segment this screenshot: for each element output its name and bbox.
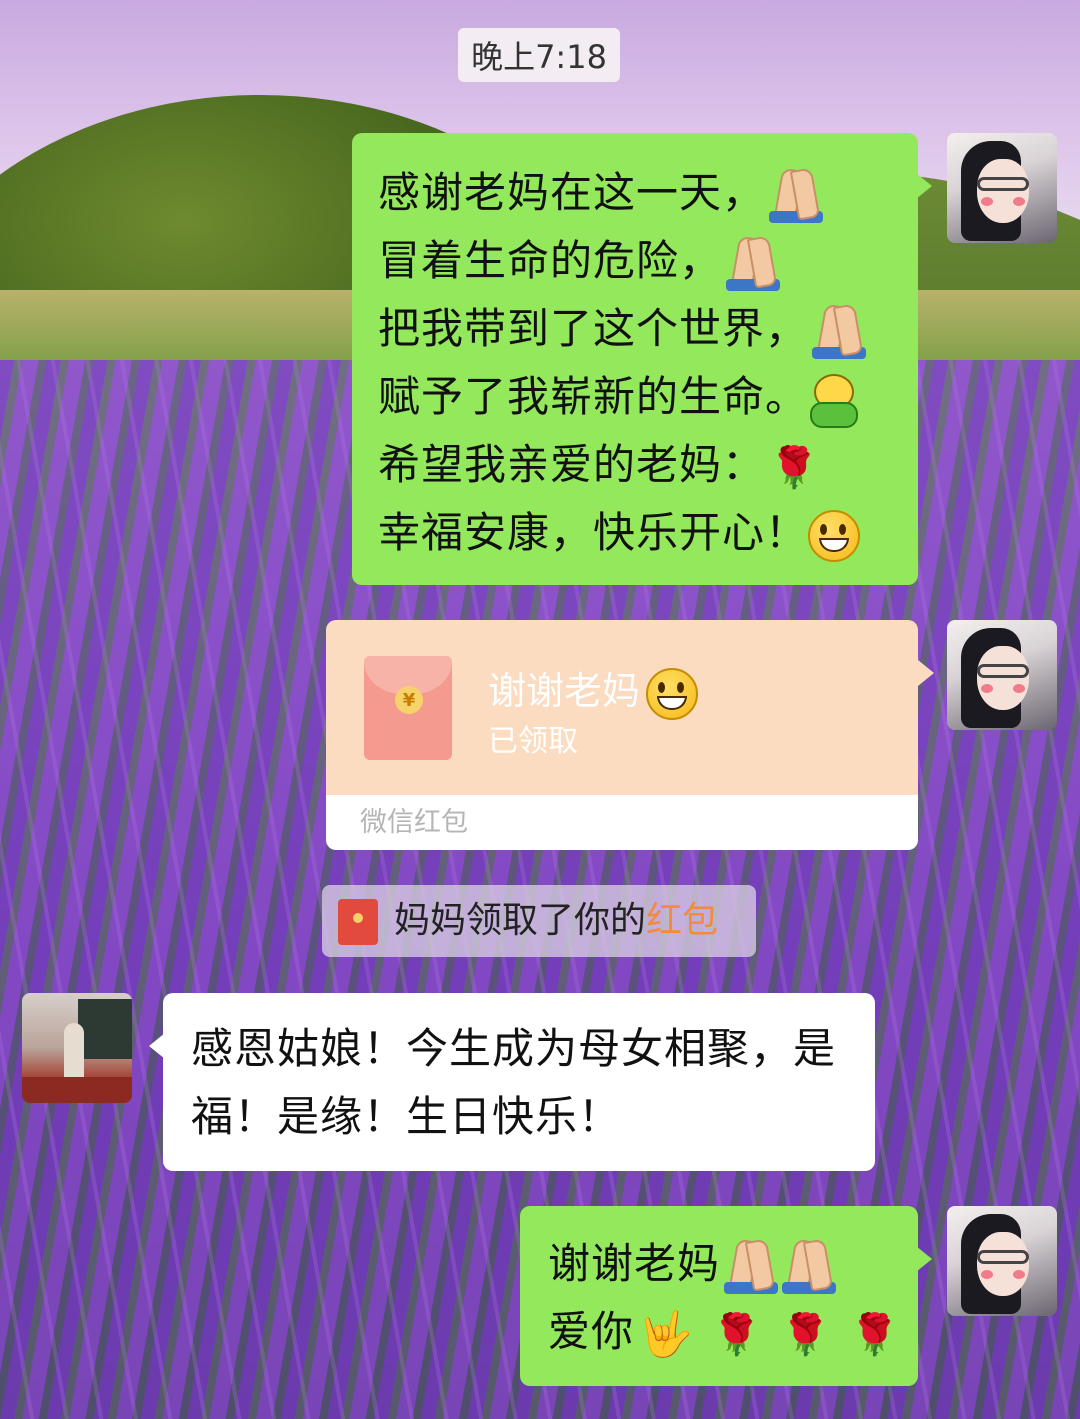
message-line: 冒着生命的危险， <box>378 227 918 295</box>
message-line: 爱你🤟 🌹 🌹 🌹 <box>548 1307 901 1360</box>
rose-emoji: 🌹 <box>711 1311 763 1358</box>
message-line: 感谢老妈在这一天， <box>378 159 918 227</box>
folded-hands-emoji <box>726 237 781 291</box>
folded-hands-emoji <box>724 1240 779 1294</box>
message-bubble-other[interactable]: 感恩姑娘！今生成为母女相聚，是 福！是缘！生日快乐！ <box>149 993 875 1171</box>
red-packet-status: 已领取 <box>488 724 578 759</box>
grinning-face-emoji <box>808 509 861 562</box>
folded-hands-emoji <box>812 305 867 359</box>
message-line: 希望我亲爱的老妈： 🌹 <box>378 440 820 491</box>
message-timestamp: 晚上7:18 <box>458 28 620 82</box>
message-line: 谢谢老妈 <box>548 1230 918 1298</box>
rose-emoji: 🌹 <box>849 1311 901 1358</box>
yuan-coin-icon: ¥ <box>395 686 423 714</box>
system-notice: 妈妈领取了你的红包 <box>322 885 756 957</box>
frog-mascot-emoji <box>808 373 859 428</box>
message-line: 感恩姑娘！今生成为母女相聚，是 <box>191 1024 837 1073</box>
red-packet-footer: 微信红包 <box>326 795 918 850</box>
message-bubble-self[interactable]: 感谢老妈在这一天， 冒着生命的危险， 把我带到了这个世界， 赋予了我崭新的生命。… <box>352 133 932 585</box>
message-line: 赋予了我崭新的生命。 <box>378 363 918 431</box>
red-packet-card[interactable]: ¥ 谢谢老妈 已领取 微信红包 <box>326 620 918 850</box>
smiling-face-emoji <box>646 667 699 720</box>
love-you-gesture-emoji: 🤟 <box>638 1308 694 1360</box>
folded-hands-emoji <box>782 1240 837 1294</box>
message-line: 把我带到了这个世界， <box>378 295 918 363</box>
avatar-self[interactable] <box>947 620 1057 730</box>
red-packet-icon <box>338 899 378 945</box>
red-packet-link[interactable]: 红包 <box>646 900 718 941</box>
avatar-mom[interactable] <box>22 993 132 1103</box>
avatar-self[interactable] <box>947 133 1057 243</box>
rose-emoji: 🌹 <box>780 1311 832 1358</box>
red-packet-title: 谢谢老妈 <box>488 660 699 720</box>
message-line: 幸福安康，快乐开心！ <box>378 499 918 567</box>
message-line: 福！是缘！生日快乐！ <box>191 1092 622 1141</box>
folded-hands-emoji <box>769 169 824 223</box>
avatar-self[interactable] <box>947 1206 1057 1316</box>
message-bubble-self[interactable]: 谢谢老妈 爱你🤟 🌹 🌹 🌹 <box>520 1206 932 1386</box>
notice-text: 妈妈领取了你的 <box>394 900 647 941</box>
rose-emoji: 🌹 <box>769 444 820 491</box>
